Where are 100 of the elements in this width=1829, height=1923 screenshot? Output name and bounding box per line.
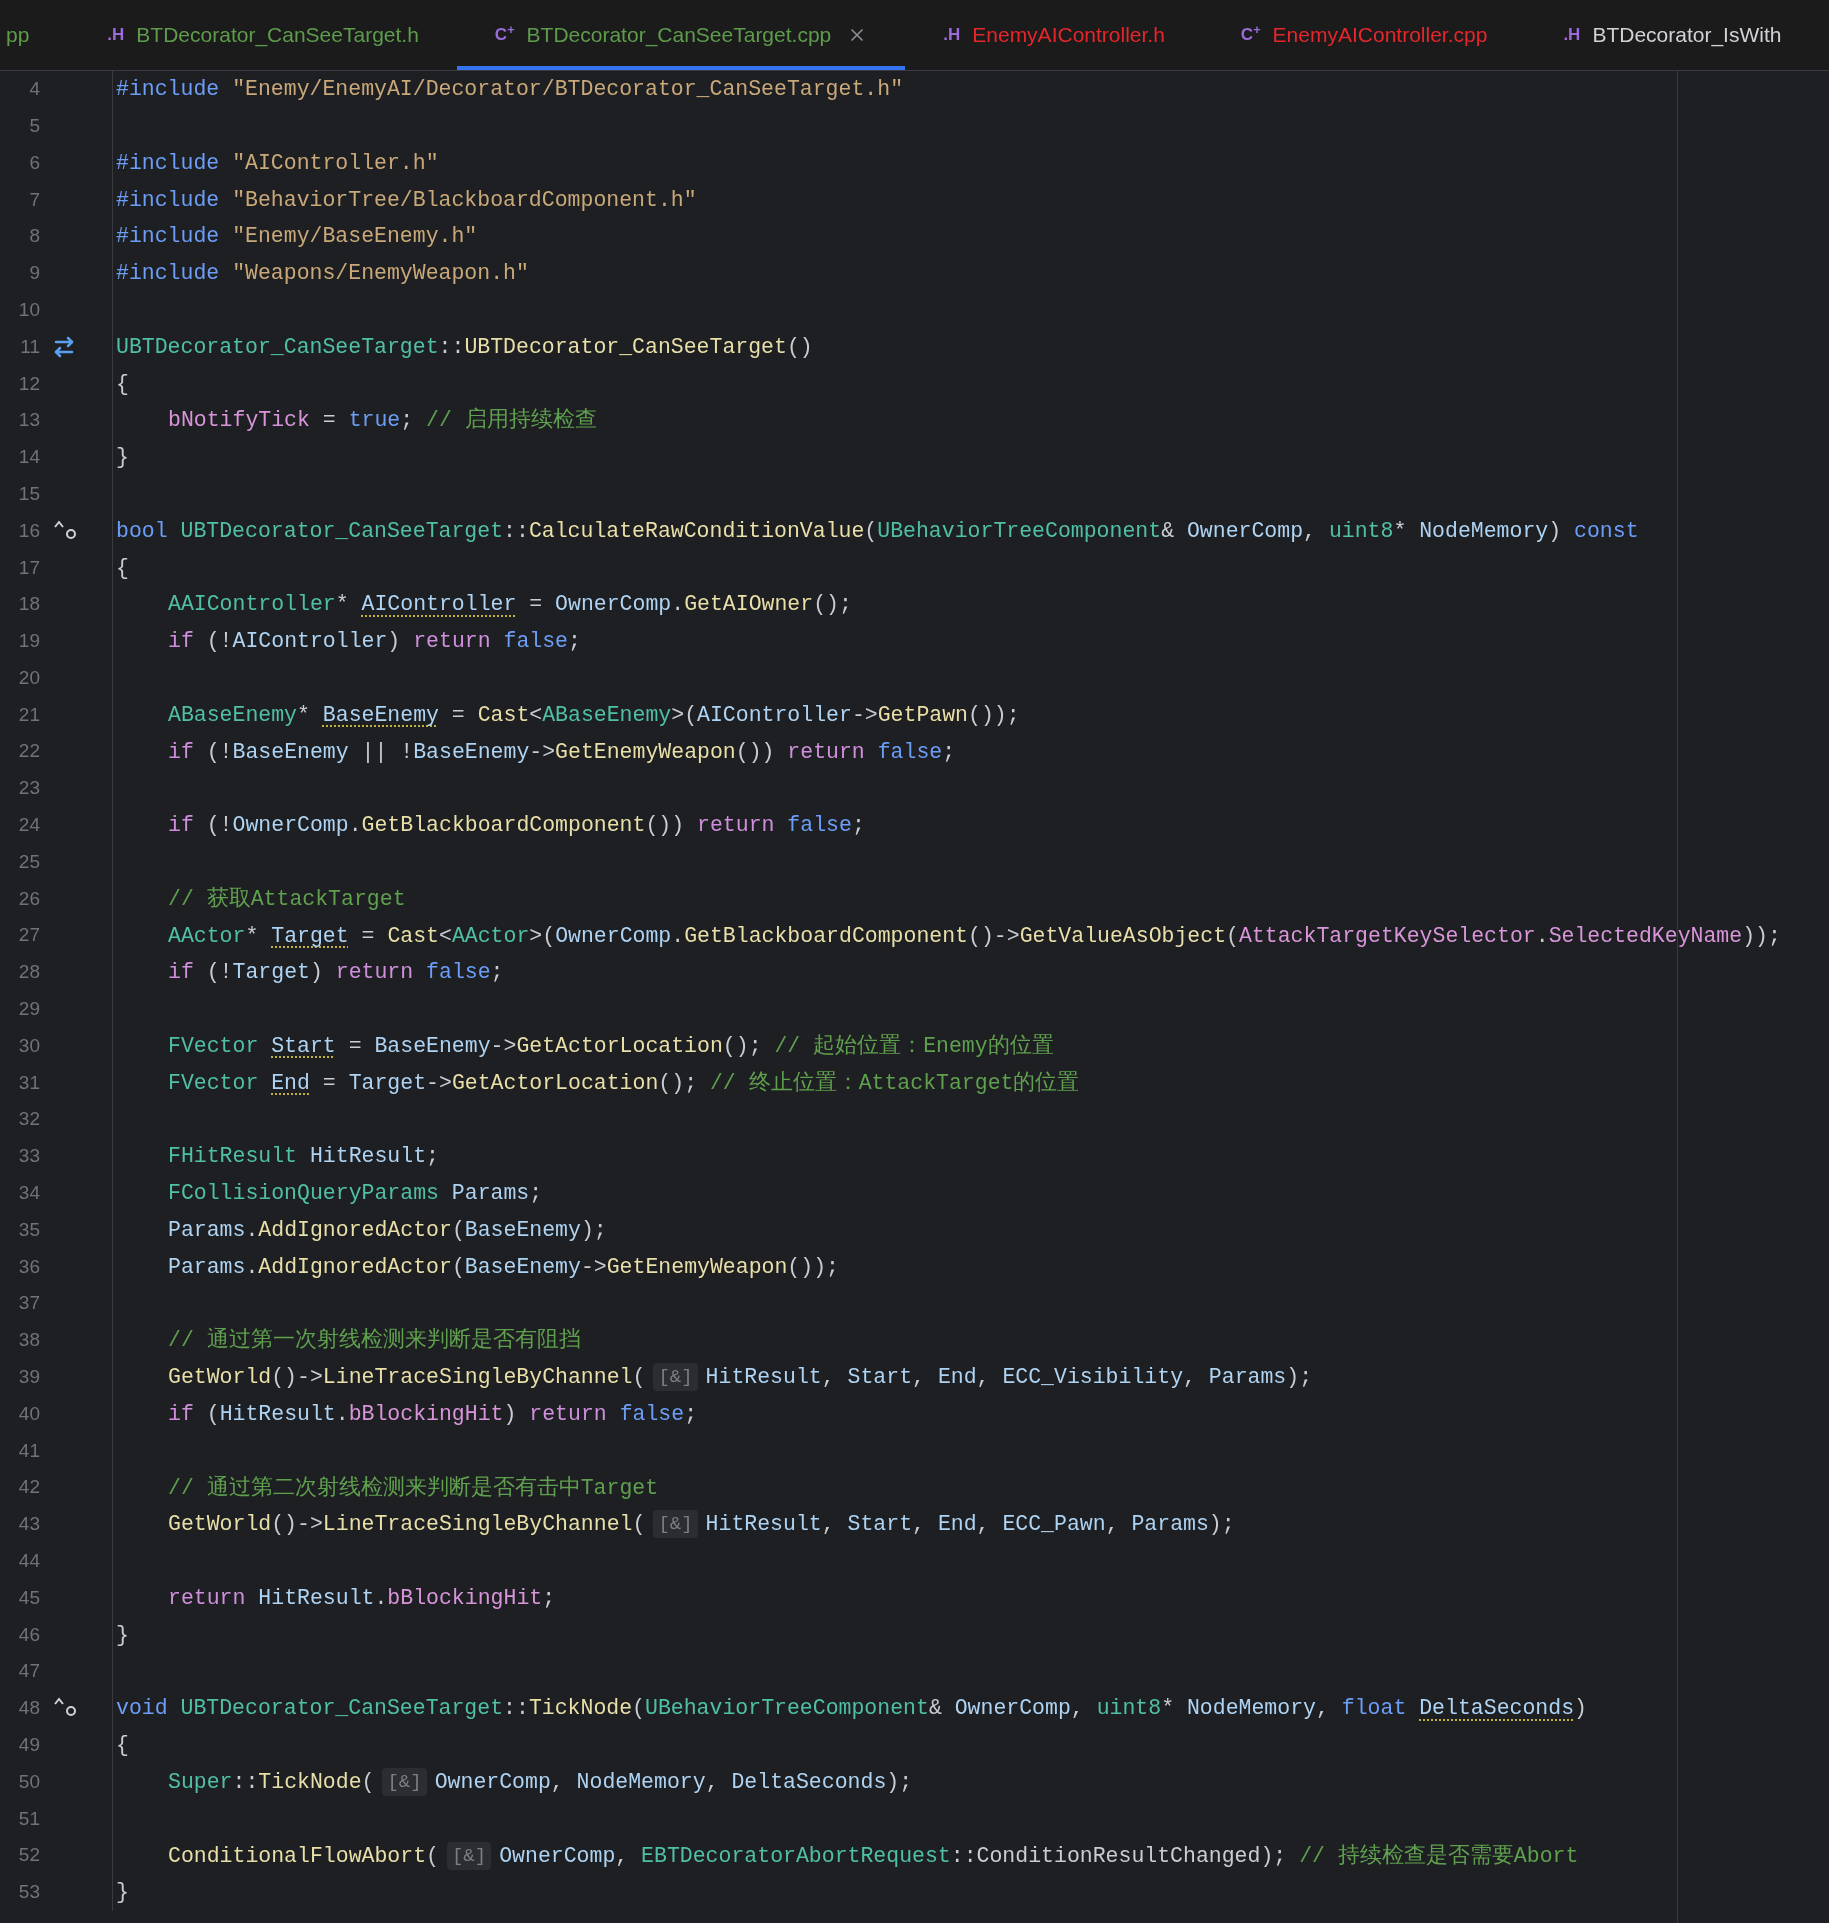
line-number: 41 — [18, 1438, 40, 1463]
code-text: #include "Enemy/EnemyAI/Decorator/BTDecorator_CanSeeTarget.h" — [116, 76, 904, 104]
file-type-icon: C$^{+}$ — [494, 22, 515, 48]
code-text: } — [116, 1621, 129, 1649]
line-number: 18 — [18, 592, 40, 617]
editor-tab[interactable]: .H EnemyAIController.h — [905, 0, 1203, 70]
line-number: 4 — [29, 77, 40, 102]
code-text: OwnerComp, NodeMemory, DeltaSeconds); — [434, 1768, 913, 1796]
line-number: 24 — [18, 813, 40, 838]
code-text: #include "AIController.h" — [116, 149, 439, 177]
line-number: 46 — [18, 1622, 40, 1647]
line-number: 15 — [18, 481, 40, 506]
code-text: #include "Enemy/BaseEnemy.h" — [116, 223, 478, 251]
line-number: 34 — [18, 1181, 40, 1206]
code-text: Super::TickNode( — [168, 1768, 375, 1796]
line-number: 40 — [18, 1401, 40, 1426]
file-type-icon: .H — [943, 22, 961, 48]
line-number: 33 — [18, 1144, 40, 1169]
line-number: 23 — [18, 776, 40, 801]
swap-arrows-icon[interactable] — [52, 334, 76, 359]
line-number: 13 — [18, 408, 40, 433]
line-number: 29 — [18, 997, 40, 1022]
line-number: 48 — [18, 1696, 40, 1721]
line-number: 31 — [18, 1070, 40, 1095]
code-text: #include "Weapons/EnemyWeapon.h" — [116, 260, 529, 288]
code-text: if (!BaseEnemy || !BaseEnemy->GetEnemyWeapon()) return false; — [168, 738, 956, 766]
code-text: OwnerComp, EBTDecoratorAbortRequest::ConditionResultChanged); // 持续检查是否需要Abort — [499, 1842, 1579, 1870]
code-text: if (!AIController) return false; — [168, 628, 581, 656]
line-number: 37 — [18, 1291, 40, 1316]
inlay-hint: [&] — [382, 1768, 427, 1797]
code-text: if (!OwnerComp.GetBlackboardComponent()) return false; — [168, 812, 865, 840]
line-number: 36 — [18, 1254, 40, 1279]
code-text: GetWorld()->LineTraceSingleByChannel( — [168, 1511, 646, 1539]
line-number: 53 — [18, 1880, 40, 1905]
editor-tab[interactable]: pp — [0, 0, 70, 70]
code-text: FVector Start = BaseEnemy->GetActorLocation(); // 起始位置：Enemy的位置 — [168, 1033, 1054, 1060]
line-number: 16 — [18, 518, 40, 543]
file-type-icon: .H — [1563, 22, 1581, 48]
line-number: 32 — [18, 1107, 40, 1132]
code-comment: // 通过第二次射线检测来判断是否有击中Target — [168, 1474, 659, 1502]
editor-tab[interactable]: .H BTDecorator_CanSeeTarget.h — [69, 0, 457, 70]
line-number: 43 — [18, 1512, 40, 1537]
code-text: ConditionalFlowAbort( — [168, 1842, 439, 1870]
line-number: 51 — [18, 1806, 40, 1831]
line-number: 14 — [18, 445, 40, 470]
line-number: 20 — [18, 665, 40, 690]
editor-tab[interactable]: .H BTDecorator_IsWith — [1525, 0, 1820, 70]
code-text: AAIController* AIController = OwnerComp.GetAIOwner(); — [168, 591, 852, 619]
line-number: 10 — [18, 297, 40, 322]
code-text: Params.AddIgnoredActor(BaseEnemy); — [168, 1216, 607, 1244]
line-number: 9 — [29, 261, 40, 286]
line-number: 22 — [18, 739, 40, 764]
line-number: 45 — [18, 1585, 40, 1610]
editor-tab[interactable]: C$^{+}$ EnemyAIController.cpp — [1202, 0, 1526, 70]
line-number: 25 — [18, 849, 40, 874]
code-text: HitResult, Start, End, ECC_Pawn, Params); — [705, 1511, 1235, 1539]
line-number: 35 — [18, 1217, 40, 1242]
code-text: AActor* Target = Cast<AActor>(OwnerComp.GetBlackboardComponent()->GetValueAsObject(AttackTargetKeySelector.SelectedKeyName)); — [168, 922, 1781, 950]
line-number: 42 — [18, 1475, 40, 1500]
inlay-hint: [&] — [653, 1363, 698, 1392]
line-number: 28 — [18, 960, 40, 985]
line-number: 21 — [18, 702, 40, 727]
code-comment: // 获取AttackTarget — [168, 885, 406, 913]
code-text: if (!Target) return false; — [168, 959, 504, 987]
code-text: FCollisionQueryParams Params; — [168, 1180, 543, 1208]
code-text: HitResult, Start, End, ECC_Visibility, Params); — [705, 1364, 1313, 1392]
file-type-icon: .H — [107, 22, 125, 48]
line-number: 5 — [29, 113, 40, 138]
line-number: 26 — [18, 886, 40, 911]
line-number: 39 — [18, 1365, 40, 1390]
line-number: 7 — [29, 187, 40, 212]
code-text: if (HitResult.bBlockingHit) return false; — [168, 1400, 698, 1428]
line-number: 52 — [18, 1843, 40, 1868]
line-number: 27 — [18, 923, 40, 948]
code-text: ABaseEnemy* BaseEnemy = Cast<ABaseEnemy>(AIController->GetPawn()); — [168, 701, 1020, 729]
code-text: Params.AddIgnoredActor(BaseEnemy->GetEnemyWeapon()); — [168, 1253, 839, 1281]
line-number: 44 — [18, 1549, 40, 1573]
code-text: { — [116, 1732, 129, 1760]
line-number: 6 — [29, 150, 40, 175]
line-number: 30 — [18, 1033, 40, 1058]
editor-tab[interactable]: C$^{+}$ BTDecorator_CanSeeTarget.cpp — [456, 0, 906, 70]
code-text: } — [116, 444, 129, 472]
code-comment: // 通过第一次射线检测来判断是否有阻挡 — [168, 1326, 581, 1355]
code-text: { — [116, 370, 129, 398]
code-text: bool UBTDecorator_CanSeeTarget::CalculateRawConditionValue(UBehaviorTreeComponent& OwnerComp, uint8* NodeMemory) const — [116, 517, 1639, 545]
code-text: UBTDecorator_CanSeeTarget::UBTDecorator_CanSeeTarget() — [116, 333, 813, 361]
line-number: 8 — [29, 224, 40, 249]
code-text: { — [116, 554, 129, 582]
line-number: 19 — [18, 629, 40, 654]
code-text: FVector End = Target->GetActorLocation(); // 终止位置：AttackTarget的位置 — [168, 1069, 1080, 1097]
line-number: 12 — [18, 371, 40, 396]
code-text: return HitResult.bBlockingHit; — [168, 1584, 556, 1612]
code-text: GetWorld()->LineTraceSingleByChannel( — [168, 1364, 646, 1392]
code-text: void UBTDecorator_CanSeeTarget::TickNode(UBehaviorTreeComponent& OwnerComp, uint8* NodeMemory, float DeltaSeconds) — [116, 1695, 1587, 1723]
inlay-hint: [&] — [653, 1510, 698, 1539]
code-text: FHitResult HitResult; — [168, 1143, 439, 1171]
code-text: bNotifyTick = true; // 启用持续检查 — [168, 406, 597, 435]
code-text: } — [116, 1879, 129, 1907]
file-type-icon: C$^{+}$ — [1240, 22, 1261, 48]
line-number: 38 — [18, 1328, 40, 1353]
